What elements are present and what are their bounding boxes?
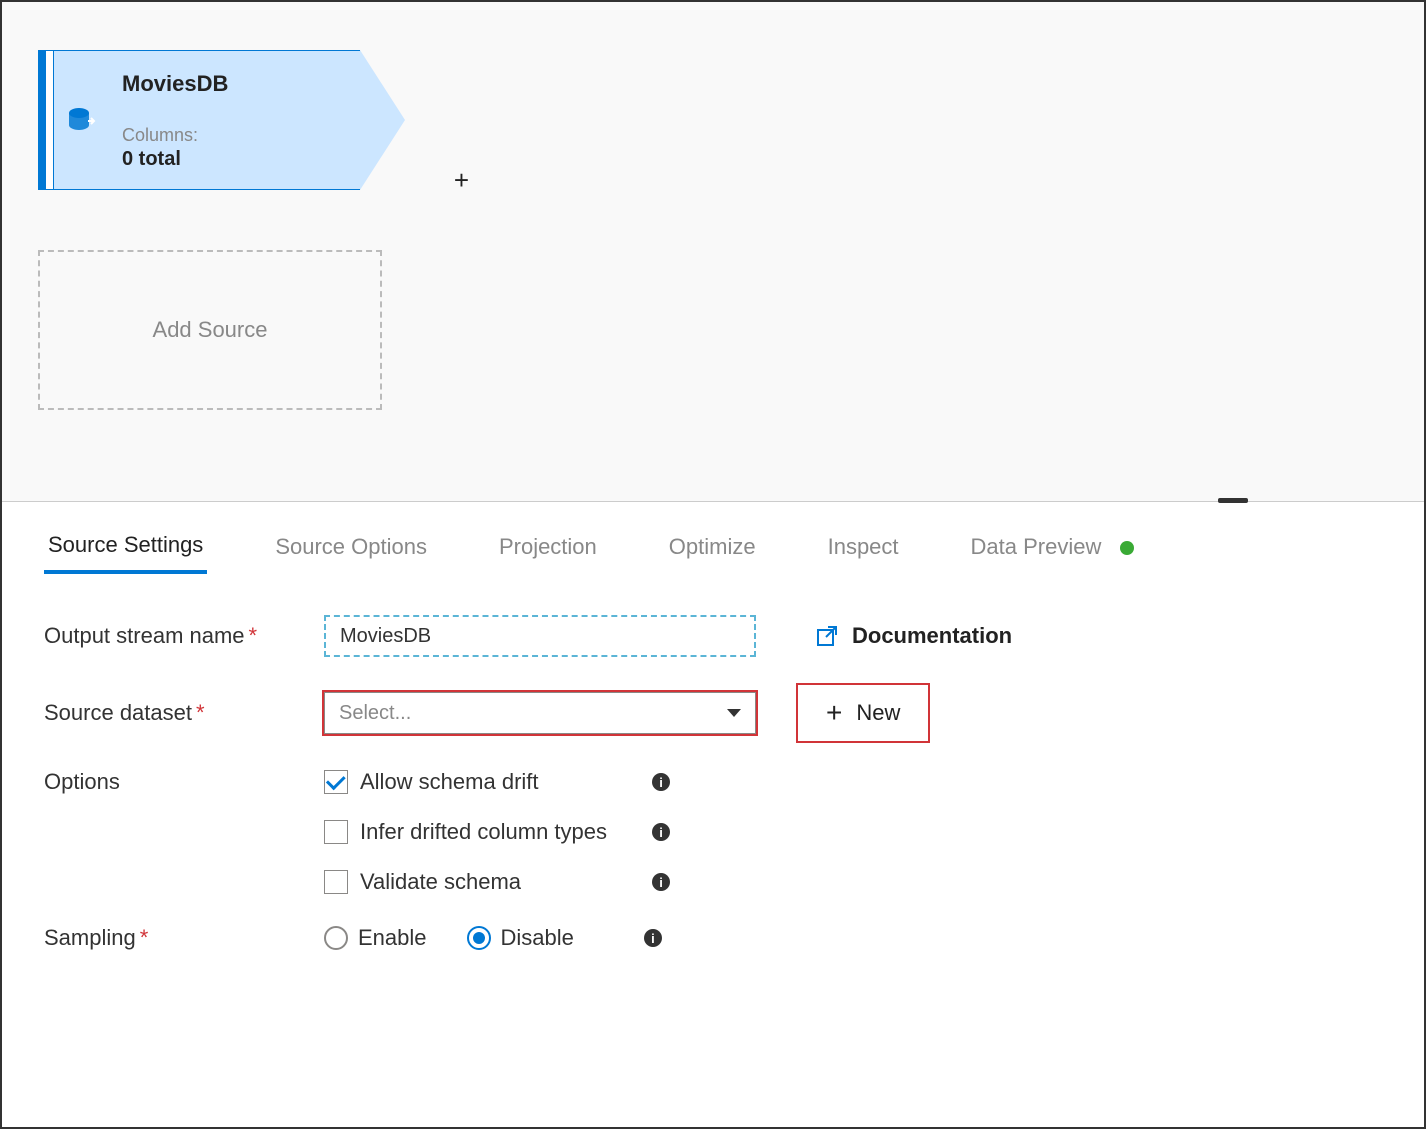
required-asterisk: *: [140, 925, 149, 950]
required-asterisk: *: [196, 700, 205, 725]
tab-optimize[interactable]: Optimize: [665, 526, 760, 572]
external-link-icon: [816, 625, 838, 647]
tab-source-options[interactable]: Source Options: [271, 526, 431, 572]
source-dataset-select[interactable]: Select...: [324, 692, 756, 734]
source-dataset-label: Source dataset*: [44, 700, 324, 726]
node-arrow: [360, 50, 405, 190]
panel-resize-handle[interactable]: [1218, 498, 1248, 503]
new-button-label: New: [856, 700, 900, 726]
tab-data-preview[interactable]: Data Preview: [967, 526, 1138, 572]
node-accent-bar: [38, 50, 46, 190]
node-columns-count: 0 total: [122, 148, 340, 171]
source-settings-form: Output stream name* Documentation Source…: [2, 575, 1424, 1021]
source-dataset-label-text: Source dataset: [44, 700, 192, 725]
documentation-label: Documentation: [852, 623, 1012, 649]
node-handle: [46, 50, 54, 190]
documentation-link[interactable]: Documentation: [816, 623, 1012, 649]
infer-drifted-label: Infer drifted column types: [360, 819, 640, 845]
allow-schema-drift-checkbox[interactable]: [324, 770, 348, 794]
radio-icon: [467, 926, 491, 950]
source-node-moviesdb[interactable]: MoviesDB Columns: 0 total +: [38, 50, 405, 190]
infer-drifted-checkbox[interactable]: [324, 820, 348, 844]
output-stream-name-label: Output stream name*: [44, 623, 324, 649]
info-icon[interactable]: i: [652, 823, 670, 841]
tab-source-settings[interactable]: Source Settings: [44, 524, 207, 574]
add-source-placeholder[interactable]: Add Source: [38, 250, 382, 410]
validate-schema-checkbox[interactable]: [324, 870, 348, 894]
enable-label: Enable: [358, 925, 427, 951]
dataflow-canvas[interactable]: MoviesDB Columns: 0 total + Add Source: [2, 2, 1424, 502]
radio-icon: [324, 926, 348, 950]
info-icon[interactable]: i: [644, 929, 662, 947]
tab-data-preview-label: Data Preview: [971, 534, 1102, 559]
output-stream-label-text: Output stream name: [44, 623, 245, 648]
data-preview-status-dot: [1120, 541, 1134, 555]
sampling-disable-radio[interactable]: Disable: [467, 925, 574, 951]
select-placeholder: Select...: [339, 702, 411, 725]
sampling-enable-radio[interactable]: Enable: [324, 925, 427, 951]
add-source-label: Add Source: [153, 317, 268, 343]
sampling-label-text: Sampling: [44, 925, 136, 950]
options-label: Options: [44, 769, 324, 795]
settings-tabs: Source Settings Source Options Projectio…: [2, 502, 1424, 575]
node-icon-box: [54, 50, 110, 190]
info-icon[interactable]: i: [652, 773, 670, 791]
sampling-label: Sampling*: [44, 925, 324, 951]
validate-schema-label: Validate schema: [360, 869, 640, 895]
required-asterisk: *: [249, 623, 258, 648]
new-dataset-button[interactable]: + New: [800, 687, 926, 739]
allow-schema-drift-label: Allow schema drift: [360, 769, 640, 795]
database-source-icon: [68, 107, 96, 133]
tab-projection[interactable]: Projection: [495, 526, 601, 572]
tab-inspect[interactable]: Inspect: [824, 526, 903, 572]
node-title: MoviesDB: [122, 71, 340, 97]
add-step-icon[interactable]: +: [454, 165, 469, 196]
info-icon[interactable]: i: [652, 873, 670, 891]
disable-label: Disable: [501, 925, 574, 951]
output-stream-name-input[interactable]: [324, 615, 756, 657]
chevron-down-icon: [727, 709, 741, 717]
node-columns-label: Columns:: [122, 125, 340, 146]
plus-icon: +: [826, 697, 842, 729]
